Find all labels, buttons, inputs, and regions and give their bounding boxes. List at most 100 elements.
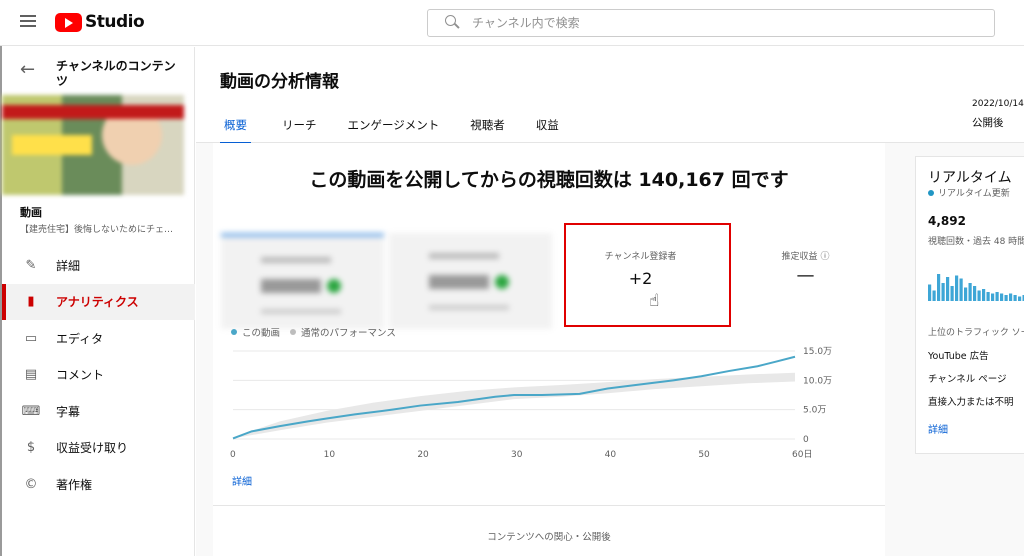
back-title[interactable]: チャンネルのコンテンツ [56, 59, 176, 89]
realtime-bar [973, 286, 977, 301]
realtime-title: リアルタイム [928, 170, 1012, 186]
sidebar: ← チャンネルのコンテンツ 動画 【建売住宅】後悔しないためにチェ… ✎ 詳細 ▮ ア… [2, 47, 195, 556]
x-tick-label: 10 [324, 450, 336, 460]
y-tick-label: 0 [803, 435, 809, 445]
overview-card: この動画を公開してからの視聴回数は 140,167 回です チャンネル登録者 +… [213, 143, 885, 556]
realtime-bar [977, 290, 981, 301]
main-area: 動画の分析情報 概要 リーチ エンゲージメント 視聴者 収益 2022/10/14 公開… [196, 47, 1024, 556]
sidebar-item-analytics[interactable]: ▮ アナリティクス [2, 283, 195, 320]
sidebar-nav: ✎ 詳細 ▮ アナリティクス ▭ エディタ ▤ コメント ⌨ 字幕 $ 収益受け取り © 著作権 [2, 247, 195, 503]
legend-dot-typical [290, 329, 297, 335]
metric-views-blurred[interactable] [221, 233, 384, 329]
realtime-bar [986, 292, 990, 301]
metric-watchtime-blurred[interactable] [389, 233, 552, 329]
sidebar-item-label: 字幕 [56, 404, 81, 419]
realtime-bar [932, 290, 936, 301]
realtime-bar [928, 284, 932, 301]
highlight-box [564, 223, 731, 327]
realtime-bar [964, 287, 968, 301]
studio-logo[interactable]: Studio [55, 12, 145, 32]
realtime-bar [937, 274, 941, 301]
analytics-icon: ▮ [27, 294, 35, 310]
editor-icon: ▭ [24, 330, 38, 346]
youtube-logo-icon [55, 12, 82, 32]
realtime-bar-chart[interactable] [928, 265, 1024, 305]
tab-0[interactable]: 概要 [220, 117, 251, 144]
revenue-label: 推定収益 ⓘ [781, 252, 830, 262]
realtime-count: 4,892 [928, 214, 966, 228]
realtime-bar [959, 278, 963, 301]
realtime-bar [968, 283, 972, 301]
search-box[interactable] [427, 9, 995, 37]
revenue-value: — [796, 265, 815, 286]
realtime-bar [950, 286, 954, 301]
sidebar-item-label: 詳細 [56, 258, 81, 273]
realtime-bar [1018, 296, 1022, 301]
traffic-source-item: チャンネル ページ [928, 374, 1007, 385]
logo-text: Studio [85, 12, 145, 32]
legend-typical: 通常のパフォーマンス [301, 328, 396, 339]
views-chart[interactable]: 0 5.0万 10.0万 15.0万 0 10 20 30 40 50 60日 [213, 339, 885, 469]
pencil-icon: ✎ [25, 257, 37, 273]
tab-bar: 概要 リーチ エンゲージメント 視聴者 収益 [220, 117, 590, 144]
x-tick-label: 60日 [792, 449, 812, 460]
sidebar-item-monetization[interactable]: $ 収益受け取り [2, 430, 195, 467]
footer-section-title: コンテンツへの関心・公開後 [487, 532, 611, 543]
realtime-bar [1004, 295, 1008, 301]
realtime-bar [946, 277, 950, 301]
realtime-bar [991, 293, 995, 301]
sidebar-item-editor[interactable]: ▭ エディタ [2, 320, 195, 357]
live-dot-icon [928, 189, 934, 196]
search-input[interactable] [472, 16, 972, 30]
subtitles-icon: ⌨ [21, 403, 41, 419]
menu-icon[interactable] [20, 15, 36, 27]
typical-performance-band [233, 372, 795, 439]
sidebar-item-pencil[interactable]: ✎ 詳細 [2, 247, 195, 284]
x-tick-label: 40 [605, 450, 617, 460]
realtime-detail-link[interactable]: 詳細 [928, 421, 948, 436]
top-bar: Studio [0, 0, 1024, 46]
back-arrow-icon[interactable]: ← [20, 59, 48, 89]
publish-date: 2022/10/14 [972, 99, 1024, 109]
sidebar-item-label: エディタ [56, 331, 104, 346]
realtime-count-label: 視聴回数・過去 48 時間 [928, 237, 1024, 247]
y-tick-label: 15.0万 [803, 347, 832, 357]
sidebar-item-subtitles[interactable]: ⌨ 字幕 [2, 393, 195, 430]
legend-dot-this-video [231, 329, 237, 335]
metric-revenue[interactable]: 推定収益 ⓘ — [724, 233, 887, 329]
realtime-panel: リアルタイム リアルタイム更新 4,892 視聴回数・過去 48 時間 上位のト… [915, 156, 1024, 454]
tab-1[interactable]: リーチ [282, 117, 317, 144]
video-thumbnail[interactable] [2, 95, 184, 195]
sidebar-item-label: 著作権 [56, 477, 93, 492]
realtime-bar [1013, 295, 1017, 301]
realtime-bar [1000, 293, 1004, 301]
tab-3[interactable]: 視聴者 [470, 117, 505, 144]
y-tick-label: 5.0万 [803, 406, 826, 416]
realtime-bar [982, 289, 986, 301]
chart-detail-link[interactable]: 詳細 [232, 473, 252, 488]
sidebar-item-label: 収益受け取り [56, 441, 129, 456]
info-icon[interactable]: ⓘ [820, 252, 829, 262]
x-tick-label: 30 [511, 450, 523, 460]
sidebar-item-copyright[interactable]: © 著作権 [2, 466, 195, 503]
views-headline: この動画を公開してからの視聴回数は 140,167 回です [309, 169, 789, 191]
sidebar-item-comment[interactable]: ▤ コメント [2, 357, 195, 394]
sidebar-item-label: コメント [56, 368, 105, 383]
legend-this-video: この動画 [242, 328, 281, 339]
realtime-bar [955, 275, 959, 301]
copyright-icon: © [24, 476, 38, 492]
realtime-bar [1009, 293, 1013, 301]
video-label: 動画 [20, 206, 42, 219]
monetization-icon: $ [26, 440, 36, 456]
comment-icon: ▤ [24, 367, 38, 383]
publish-period[interactable]: 公開後 [972, 115, 1004, 130]
metrics-row: チャンネル登録者 +2 推定収益 ⓘ — [221, 233, 885, 329]
tab-2[interactable]: エンゲージメント [348, 117, 440, 144]
page-title: 動画の分析情報 [220, 72, 339, 92]
traffic-sources-title: 上位のトラフィック ソース [928, 328, 1024, 338]
tab-4[interactable]: 収益 [536, 117, 559, 144]
realtime-subtitle: リアルタイム更新 [928, 186, 1010, 199]
x-tick-label: 0 [230, 450, 236, 460]
traffic-source-item: YouTube 広告 [928, 351, 989, 362]
back-row[interactable]: ← チャンネルのコンテンツ [20, 59, 176, 89]
